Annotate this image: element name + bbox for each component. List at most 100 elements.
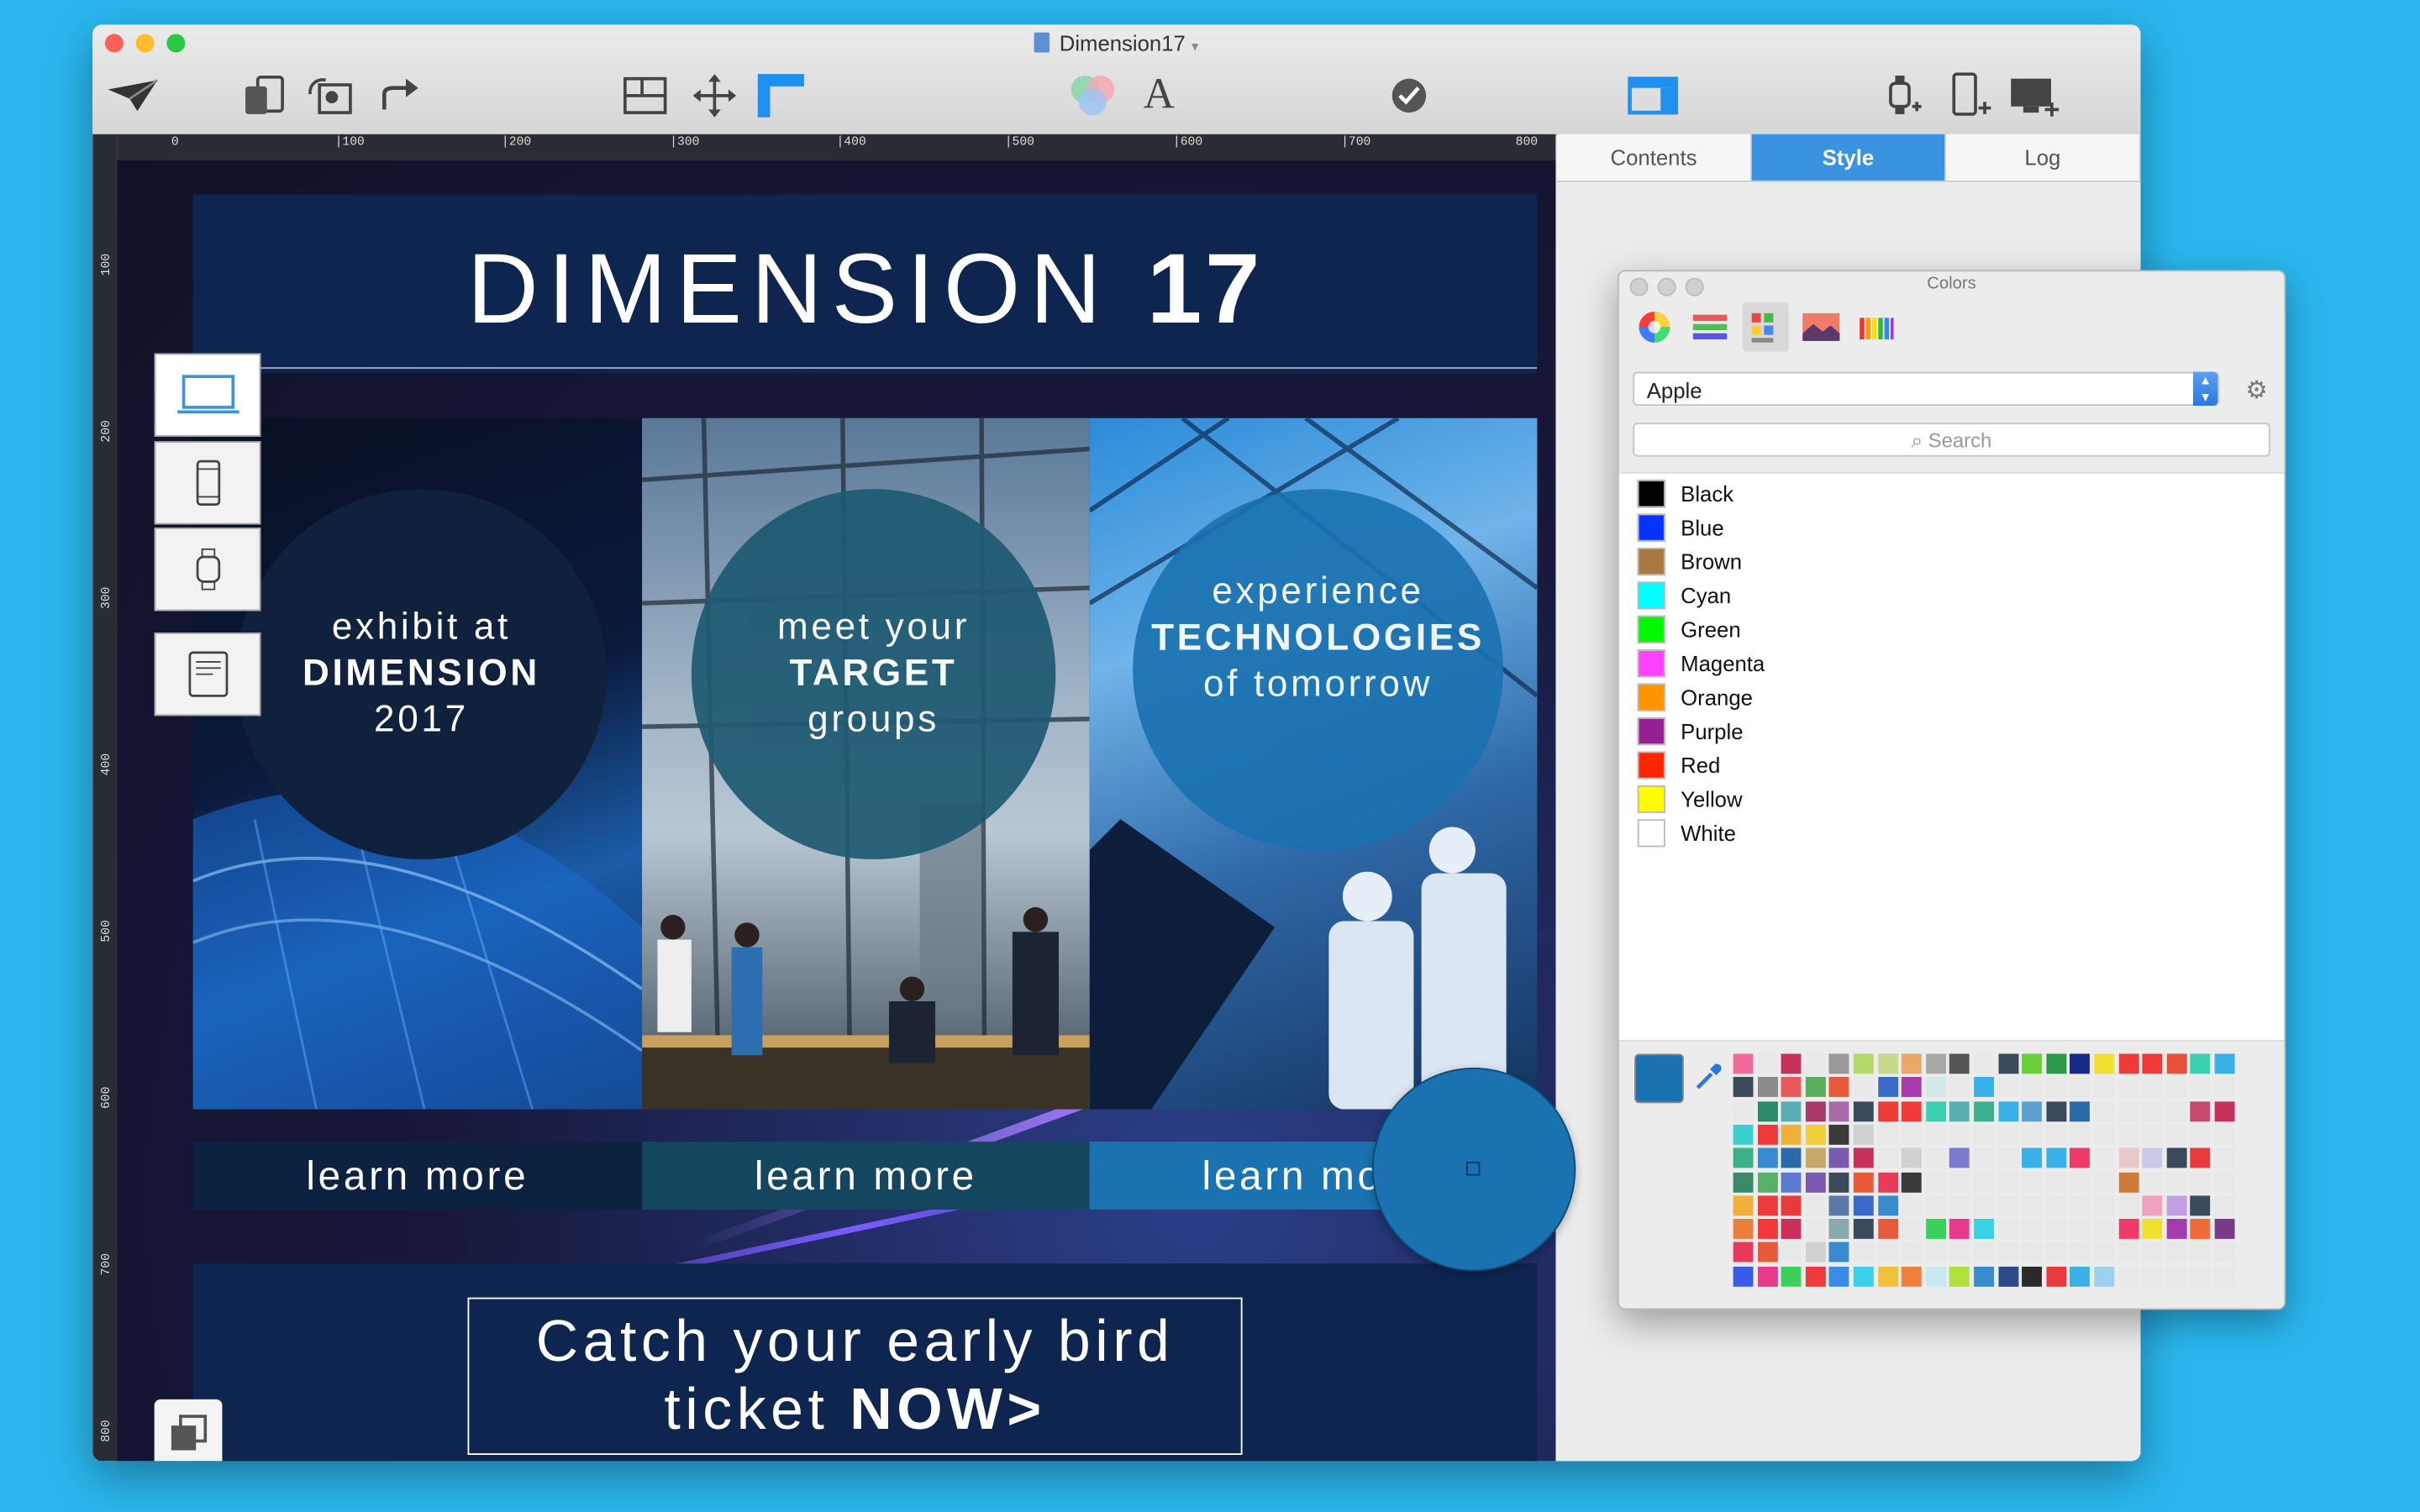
color-swatch[interactable] xyxy=(1805,1147,1826,1168)
color-swatch[interactable] xyxy=(2142,1195,2163,1215)
color-swatch[interactable] xyxy=(1829,1147,1850,1168)
color-swatch[interactable] xyxy=(1781,1219,1802,1240)
color-swatch[interactable] xyxy=(1829,1195,1850,1215)
color-wheel-icon[interactable] xyxy=(1631,302,1677,352)
color-swatch[interactable] xyxy=(1853,1053,1874,1074)
color-swatch[interactable] xyxy=(2118,1053,2139,1074)
color-swatch[interactable] xyxy=(1877,1171,1898,1192)
color-swatch[interactable] xyxy=(2214,1171,2235,1192)
list-item[interactable]: Brown xyxy=(1637,546,1742,577)
color-swatch[interactable] xyxy=(2094,1266,2115,1287)
list-item[interactable]: Red xyxy=(1637,750,1720,781)
color-swatch[interactable] xyxy=(2190,1219,2211,1240)
color-swatch[interactable] xyxy=(2190,1195,2211,1215)
color-swatch[interactable] xyxy=(2046,1242,2066,1263)
color-swatch[interactable] xyxy=(1733,1219,1754,1240)
color-swatch[interactable] xyxy=(2094,1195,2115,1215)
color-swatch[interactable] xyxy=(1781,1195,1802,1215)
color-swatch[interactable] xyxy=(2022,1266,2043,1287)
color-swatch[interactable] xyxy=(1997,1219,2018,1240)
color-swatch[interactable] xyxy=(1902,1171,1923,1192)
fonts-icon[interactable]: A xyxy=(1136,68,1182,123)
color-swatch[interactable] xyxy=(2022,1195,2043,1215)
color-swatch[interactable] xyxy=(1781,1100,1802,1121)
color-swatch[interactable] xyxy=(2214,1077,2235,1098)
color-swatch[interactable] xyxy=(1757,1100,1778,1121)
color-swatch[interactable] xyxy=(1829,1077,1850,1098)
color-swatch[interactable] xyxy=(1997,1147,2018,1168)
list-item[interactable]: Green xyxy=(1637,614,1741,645)
color-swatch[interactable] xyxy=(1829,1266,1850,1287)
color-swatch[interactable] xyxy=(1805,1171,1826,1192)
pencils-icon[interactable] xyxy=(1854,302,1900,352)
color-swatch[interactable] xyxy=(1949,1219,1970,1240)
color-swatch[interactable] xyxy=(2046,1195,2066,1215)
photo-replace-icon[interactable] xyxy=(306,68,355,123)
color-swatch[interactable] xyxy=(1997,1100,2018,1121)
color-swatch[interactable] xyxy=(1974,1219,1995,1240)
color-swatch[interactable] xyxy=(1974,1124,1995,1145)
color-swatch[interactable] xyxy=(1877,1195,1898,1215)
color-swatch[interactable] xyxy=(1805,1242,1826,1263)
color-swatch[interactable] xyxy=(1757,1219,1778,1240)
color-swatch[interactable] xyxy=(1805,1100,1826,1121)
color-swatch[interactable] xyxy=(1805,1266,1826,1287)
color-swatch[interactable] xyxy=(2142,1077,2163,1098)
color-swatch[interactable] xyxy=(1902,1100,1923,1121)
color-swatch[interactable] xyxy=(1757,1147,1778,1168)
color-swatch[interactable] xyxy=(2118,1100,2139,1121)
color-swatch[interactable] xyxy=(2046,1147,2066,1168)
color-swatch[interactable] xyxy=(2142,1266,2163,1287)
color-swatch[interactable] xyxy=(2118,1171,2139,1192)
color-swatch[interactable] xyxy=(1925,1124,1946,1145)
color-swatch[interactable] xyxy=(1805,1124,1826,1145)
color-swatch[interactable] xyxy=(1877,1147,1898,1168)
color-swatch[interactable] xyxy=(1902,1219,1923,1240)
color-swatch[interactable] xyxy=(1949,1100,1970,1121)
tab-contents[interactable]: Contents xyxy=(1557,134,1752,181)
color-swatch[interactable] xyxy=(2070,1219,2091,1240)
color-swatch[interactable] xyxy=(2142,1242,2163,1263)
color-swatch[interactable] xyxy=(1733,1124,1754,1145)
color-swatch[interactable] xyxy=(1997,1124,2018,1145)
move-icon[interactable] xyxy=(688,68,740,123)
color-swatch[interactable] xyxy=(2166,1195,2187,1215)
color-swatch[interactable] xyxy=(2118,1124,2139,1145)
color-swatch[interactable] xyxy=(2070,1195,2091,1215)
color-swatch[interactable] xyxy=(1974,1053,1995,1074)
color-swatch[interactable] xyxy=(2022,1242,2043,1263)
color-swatch[interactable] xyxy=(1877,1242,1898,1263)
list-item[interactable]: Magenta xyxy=(1637,648,1765,679)
color-swatch[interactable] xyxy=(1949,1242,1970,1263)
color-swatch[interactable] xyxy=(2070,1124,2091,1145)
list-item[interactable]: Blue xyxy=(1637,512,1724,543)
color-swatch[interactable] xyxy=(1949,1124,1970,1145)
publish-icon[interactable] xyxy=(105,68,160,123)
color-swatch[interactable] xyxy=(2166,1053,2187,1074)
color-swatch[interactable] xyxy=(2070,1077,2091,1098)
color-swatch[interactable] xyxy=(1733,1147,1754,1168)
color-swatch[interactable] xyxy=(1902,1147,1923,1168)
color-swatch[interactable] xyxy=(1902,1053,1923,1074)
color-swatch[interactable] xyxy=(1781,1053,1802,1074)
color-swatch[interactable] xyxy=(1853,1077,1874,1098)
eyedropper-icon[interactable] xyxy=(1693,1062,1724,1100)
color-swatch[interactable] xyxy=(1974,1171,1995,1192)
color-swatch[interactable] xyxy=(2046,1100,2066,1121)
color-swatch[interactable] xyxy=(2046,1077,2066,1098)
color-swatch[interactable] xyxy=(1757,1195,1778,1215)
color-swatch[interactable] xyxy=(1902,1195,1923,1215)
color-swatch[interactable] xyxy=(2094,1053,2115,1074)
tab-log[interactable]: Log xyxy=(1946,134,2141,181)
color-swatch[interactable] xyxy=(2190,1147,2211,1168)
color-swatch[interactable] xyxy=(1997,1266,2018,1287)
color-swatch[interactable] xyxy=(2142,1124,2163,1145)
color-swatch[interactable] xyxy=(2094,1077,2115,1098)
color-swatch[interactable] xyxy=(2190,1242,2211,1263)
color-swatch[interactable] xyxy=(2022,1171,2043,1192)
color-swatch[interactable] xyxy=(1949,1053,1970,1074)
color-swatch[interactable] xyxy=(2070,1242,2091,1263)
add-desktop-icon[interactable] xyxy=(2007,68,2062,123)
frame-toggle-button[interactable] xyxy=(154,1399,223,1462)
color-swatch[interactable] xyxy=(1925,1100,1946,1121)
